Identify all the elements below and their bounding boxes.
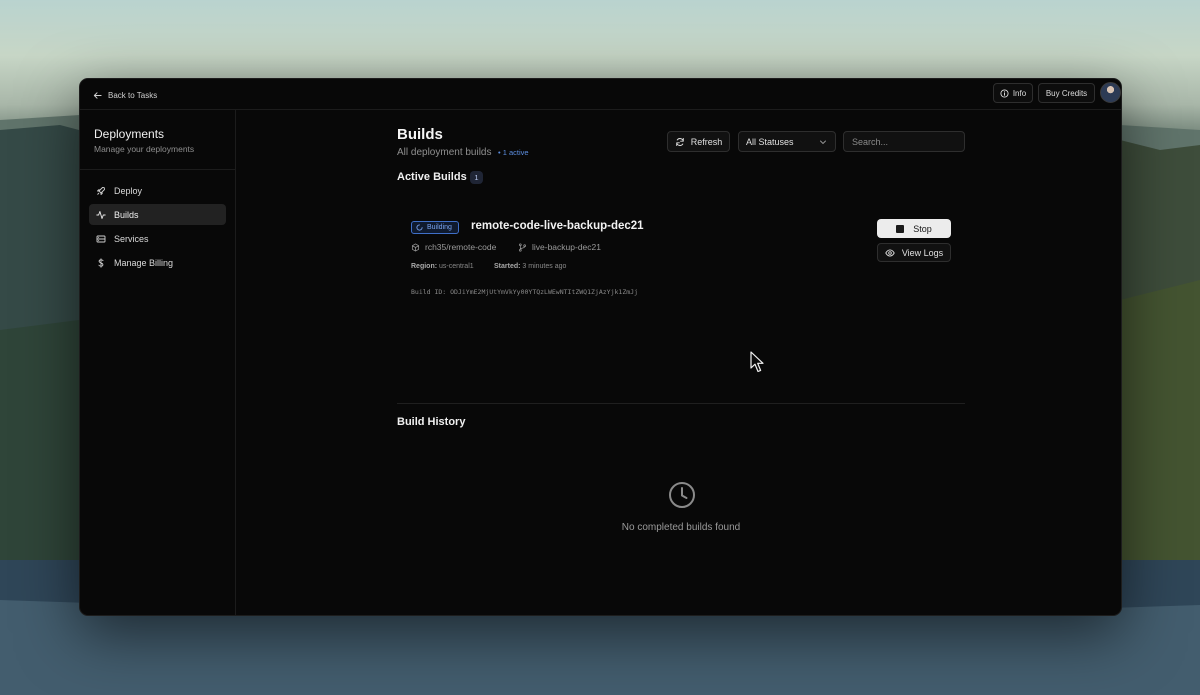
activity-icon: [96, 210, 106, 219]
status-badge-label: Building: [427, 224, 452, 231]
dollar-icon: [98, 257, 104, 268]
back-to-tasks-link[interactable]: Back to Tasks: [93, 87, 157, 103]
info-button[interactable]: Info: [993, 83, 1033, 103]
sidebar-item-label: Deploy: [114, 185, 143, 196]
section-divider: [397, 403, 965, 404]
sidebar-item-label: Services: [114, 233, 149, 244]
buy-credits-button[interactable]: Buy Credits: [1038, 83, 1095, 103]
sidebar-item-label: Manage Billing: [114, 257, 174, 268]
build-branch: live-backup-dec21: [518, 242, 601, 252]
back-to-tasks-label: Back to Tasks: [108, 90, 158, 100]
git-branch-icon: [519, 243, 526, 251]
rocket-icon: [97, 186, 105, 195]
started-value: 3 minutes ago: [522, 263, 567, 270]
page-subtitle: All deployment builds: [397, 147, 492, 158]
stop-label: Stop: [913, 223, 932, 234]
active-builds-heading: Active Builds: [397, 171, 467, 183]
active-build-count: • 1 active: [498, 148, 529, 157]
build-history-heading: Build History: [397, 416, 466, 428]
sidebar-item-builds[interactable]: Builds: [89, 204, 226, 225]
spinner-icon: [416, 224, 423, 231]
refresh-button[interactable]: Refresh: [667, 131, 730, 152]
top-bar: Back to Tasks Info Buy Credits: [80, 79, 1121, 110]
status-filter-select[interactable]: All Statuses: [738, 131, 836, 152]
clock-icon: [669, 482, 695, 508]
refresh-label: Refresh: [690, 136, 723, 147]
sidebar-item-services[interactable]: Services: [89, 228, 226, 249]
user-avatar[interactable]: [1100, 82, 1121, 103]
stop-button[interactable]: Stop: [877, 219, 951, 238]
server-icon: [96, 235, 106, 242]
arrow-left-icon: [93, 91, 102, 99]
empty-history-message: No completed builds found: [621, 522, 741, 533]
info-icon: [1000, 88, 1009, 98]
refresh-icon: [675, 137, 684, 146]
region-label: Region:: [411, 263, 438, 270]
build-repo-label: rch35/remote-code: [425, 242, 497, 252]
mouse-cursor-icon: [750, 351, 764, 373]
build-repo: rch35/remote-code: [411, 242, 496, 252]
status-badge: Building: [411, 221, 459, 234]
chevron-down-icon: [820, 140, 826, 145]
view-logs-label: View Logs: [901, 247, 944, 258]
eye-icon: [885, 248, 895, 257]
region-value: us-central1: [439, 263, 474, 270]
status-filter-value: All Statuses: [746, 136, 794, 147]
sidebar-subtitle: Manage your deployments: [94, 144, 195, 154]
build-branch-label: live-backup-dec21: [532, 242, 601, 252]
build-name: remote-code-live-backup-dec21: [471, 220, 644, 232]
started-label: Started:: [494, 263, 521, 270]
buy-credits-label: Buy Credits: [1045, 88, 1088, 98]
build-id: Build ID: ODJiYmE2MjUtYmVkYy00YTQzLWEwNT…: [411, 288, 638, 296]
main-content: Builds All deployment builds • 1 active …: [237, 110, 1121, 615]
sidebar-item-manage-billing[interactable]: Manage Billing: [89, 252, 226, 273]
build-region: Region: us-central1: [411, 263, 474, 270]
package-icon: [411, 243, 420, 251]
search-input[interactable]: [843, 131, 965, 152]
build-started: Started: 3 minutes ago: [494, 263, 566, 270]
sidebar-divider: [80, 169, 236, 170]
active-build-card: Building remote-code-live-backup-dec21 r…: [397, 198, 965, 308]
info-label: Info: [1012, 88, 1027, 98]
stop-icon: [896, 224, 905, 233]
sidebar-item-deploy[interactable]: Deploy: [89, 180, 226, 201]
page-title: Builds: [397, 126, 443, 143]
view-logs-button[interactable]: View Logs: [877, 243, 951, 262]
app-window: Back to Tasks Info Buy Credits Deploymen…: [79, 78, 1122, 616]
sidebar-item-label: Builds: [114, 209, 139, 220]
active-builds-count-badge: 1: [470, 171, 483, 184]
sidebar: Deployments Manage your deployments Depl…: [80, 110, 236, 615]
sidebar-title: Deployments: [94, 127, 165, 141]
